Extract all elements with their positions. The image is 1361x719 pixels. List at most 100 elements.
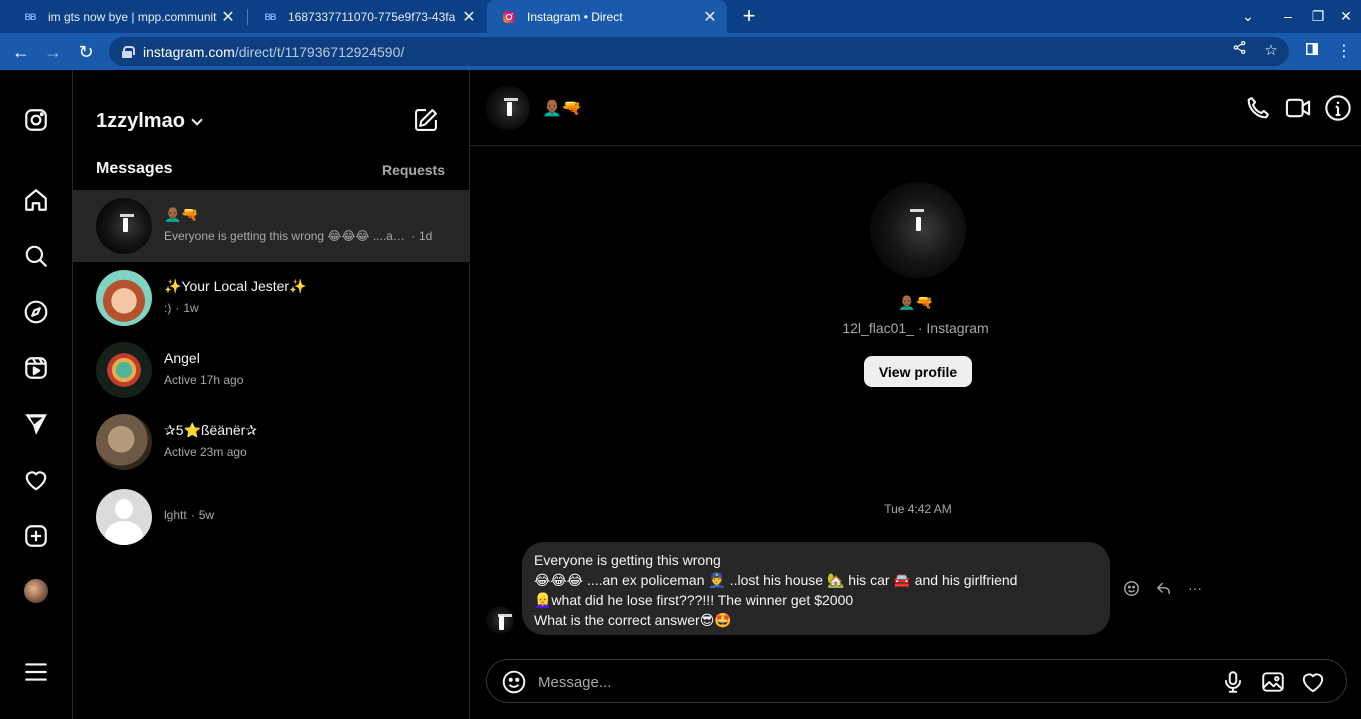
search-icon[interactable] (22, 242, 50, 270)
message-bubble[interactable]: Everyone is getting this wrong 😂😂😂 ....a… (522, 542, 1110, 635)
sender-avatar[interactable] (486, 606, 514, 634)
back-arrow-icon[interactable]: ← (8, 39, 34, 65)
thread-preview: lghtt (164, 508, 187, 522)
new-tab-icon[interactable]: + (737, 4, 761, 28)
message-line: What is the correct answer😎🤩 (534, 612, 732, 628)
direct-messages-icon[interactable] (22, 410, 50, 438)
browser-tab-2[interactable]: BB 1687337711070-775e9f73-43fa ✕ (248, 0, 486, 33)
reels-icon[interactable] (22, 354, 50, 382)
conversation-info-icon[interactable] (1324, 94, 1352, 122)
separator-dot: · (190, 508, 195, 522)
message-input[interactable] (538, 671, 1218, 693)
thread-name: ✨Your Local Jester✨ (164, 278, 307, 294)
default-avatar (96, 489, 152, 545)
messages-heading: Messages (96, 160, 173, 177)
home-icon[interactable] (22, 186, 50, 214)
thread-preview: Everyone is getting this wrong 😂😂😂 ....a… (164, 229, 407, 243)
thread-avatar (96, 342, 152, 398)
explore-compass-icon[interactable] (22, 298, 50, 326)
thread-preview-row: lghtt · 5w (164, 508, 214, 522)
instagram-app: 1zzylmao Messages Requests 👨🏾‍🦲🔫 Everyon… (0, 70, 1361, 719)
thread-time: 1w (183, 301, 199, 315)
thread-item[interactable]: ✰5⭐ßëänër✰ Active 23m ago (73, 406, 469, 478)
like-heart-icon[interactable] (1300, 669, 1326, 695)
thread-time: 1d (419, 229, 433, 243)
side-panel-icon[interactable] (1300, 39, 1324, 65)
conversation-header: 👨🏾‍🦲🔫 (470, 70, 1361, 146)
tab-favicon: BB (24, 11, 37, 22)
thread-avatar (96, 198, 152, 254)
browser-toolbar: ← → ↻ instagram.com/direct/t/11793671292… (0, 33, 1361, 70)
nav-rail (0, 70, 73, 719)
account-name: 1zzylmao (96, 110, 185, 132)
separator-dot: · (411, 229, 415, 243)
more-menu-icon[interactable] (22, 658, 50, 686)
message-line: 😂😂😂 ....an ex policeman 👮 ..lost his hou… (534, 572, 1018, 588)
close-tab-icon[interactable]: ✕ (217, 7, 239, 27)
profile-avatar-large[interactable] (870, 182, 966, 278)
tab-title: Instagram • Direct (527, 9, 623, 24)
view-profile-button[interactable]: View profile (864, 356, 972, 387)
phone-call-icon[interactable] (1244, 94, 1272, 122)
instagram-logo-icon[interactable] (22, 106, 50, 134)
thread-item[interactable]: Angel Active 17h ago (73, 334, 469, 406)
separator-dot: · (175, 301, 180, 315)
thread-name: Angel (164, 350, 200, 366)
minimize-icon[interactable]: – (1276, 5, 1300, 27)
tab-favicon: BB (264, 11, 277, 22)
browser-tab-bar: BB im gts now bye | mpp.communit ✕ BB 16… (0, 0, 1361, 33)
browser-tab-1[interactable]: BB im gts now bye | mpp.communit ✕ (8, 0, 245, 33)
tab-title: 1687337711070-775e9f73-43fa (288, 9, 456, 24)
thread-status: Active 23m ago (164, 445, 247, 459)
thread-preview-row: :) · 1w (164, 301, 199, 315)
thread-status: Active 17h ago (164, 373, 244, 387)
account-switcher[interactable]: 1zzylmao (96, 110, 203, 133)
forward-arrow-icon[interactable]: → (40, 39, 66, 65)
thread-avatar (96, 270, 152, 326)
header-avatar[interactable] (486, 86, 530, 130)
thread-preview-row: Everyone is getting this wrong 😂😂😂 ....a… (164, 229, 432, 243)
profile-username: 12l_flac01_ · Instagram (842, 320, 989, 336)
reply-icon[interactable] (1153, 578, 1173, 598)
conversation-panel: 👨🏾‍🦲🔫 👨🏾‍🦲🔫 12l_flac01_ · Instagram View… (470, 70, 1361, 719)
restore-icon[interactable]: ❐ (1306, 5, 1330, 27)
bookmark-star-icon[interactable]: ☆ (1259, 39, 1283, 63)
thread-item[interactable]: lghtt · 5w (73, 481, 469, 553)
close-tab-icon[interactable]: ✕ (458, 7, 480, 27)
share-icon[interactable] (1227, 39, 1251, 63)
tab-title: im gts now bye | mpp.communit (48, 9, 217, 24)
close-tab-icon[interactable]: ✕ (699, 7, 721, 27)
more-options-icon[interactable]: ··· (1185, 578, 1205, 598)
thread-name: 👨🏾‍🦲🔫 (164, 206, 199, 222)
voice-message-mic-icon[interactable] (1220, 669, 1246, 695)
address-bar[interactable]: instagram.com/direct/t/117936712924590/ … (109, 37, 1289, 66)
close-window-icon[interactable]: ✕ (1334, 5, 1358, 27)
url-text: instagram.com/direct/t/117936712924590/ (143, 43, 405, 60)
thread-item[interactable]: ✨Your Local Jester✨ :) · 1w (73, 262, 469, 334)
new-message-compose-icon[interactable] (412, 106, 440, 134)
thread-avatar (96, 414, 152, 470)
header-name[interactable]: 👨🏾‍🦲🔫 (542, 98, 582, 118)
thread-time: 5w (198, 508, 215, 522)
thread-name: ✰5⭐ßëänër✰ (164, 422, 258, 438)
reload-icon[interactable]: ↻ (73, 39, 99, 65)
video-call-icon[interactable] (1284, 94, 1312, 122)
emoji-picker-icon[interactable] (501, 669, 527, 695)
lock-icon[interactable] (121, 45, 135, 58)
create-plus-icon[interactable] (22, 522, 50, 550)
thread-item[interactable]: 👨🏾‍🦲🔫 Everyone is getting this wrong 😂😂😂… (73, 190, 469, 262)
instagram-favicon-icon (501, 9, 517, 25)
requests-link[interactable]: Requests (382, 162, 445, 178)
profile-avatar[interactable] (24, 579, 48, 603)
profile-display-name: 👨🏾‍🦲🔫 (898, 294, 933, 310)
add-photo-icon[interactable] (1260, 669, 1286, 695)
notifications-heart-icon[interactable] (22, 466, 50, 494)
react-emoji-icon[interactable] (1121, 578, 1141, 598)
message-line: Everyone is getting this wrong (534, 552, 721, 568)
message-timestamp: Tue 4:42 AM (884, 502, 952, 516)
browser-tab-3-active[interactable]: Instagram • Direct ✕ (487, 0, 727, 33)
thread-preview: :) (164, 301, 172, 315)
inbox-panel: 1zzylmao Messages Requests 👨🏾‍🦲🔫 Everyon… (73, 70, 470, 719)
browser-menu-icon[interactable]: ⋮ (1332, 39, 1356, 65)
tab-search-chevron-icon[interactable]: ⌄ (1236, 5, 1260, 27)
